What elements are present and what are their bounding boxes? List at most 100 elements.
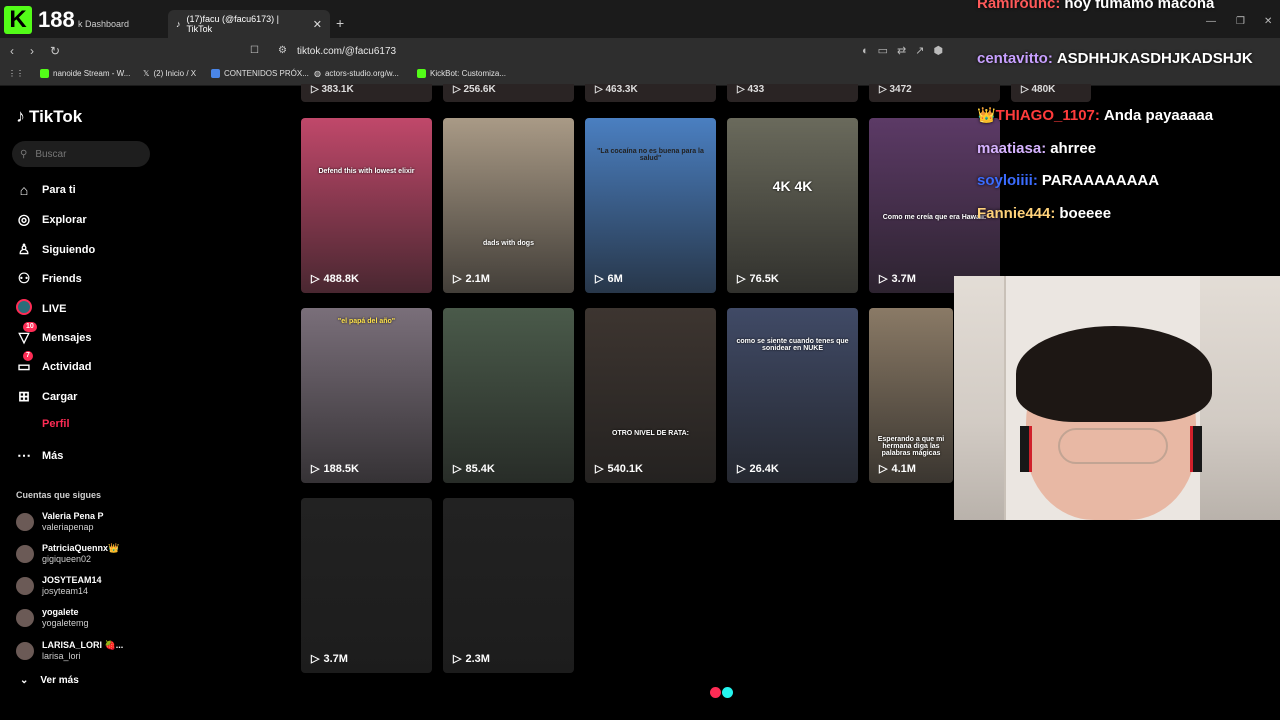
nav-label: Cargar: [42, 390, 78, 403]
extension-icons[interactable]: ◐▭⇄↗⬢: [862, 44, 952, 57]
video-thumbnail[interactable]: 4K 4K ▷ 76.5K: [727, 118, 858, 293]
url-input[interactable]: tiktok.com/@facu6173: [297, 46, 396, 57]
video-thumbnail-partial[interactable]: ▷ 256.6K: [443, 84, 574, 102]
reload-icon[interactable]: ↻: [50, 44, 60, 58]
video-thumbnail[interactable]: "La cocaína no es buena para la salud" ▷ …: [585, 118, 716, 293]
video-thumbnail[interactable]: como se siente cuando tenes que sonidear…: [727, 308, 858, 483]
brand-name: TikTok: [29, 106, 83, 126]
follow-user: yogaletemg: [42, 618, 89, 628]
tiktok-logo[interactable]: ♪ TikTok: [16, 106, 82, 127]
see-more-button[interactable]: ⌄ Ver más: [20, 675, 79, 686]
close-window-icon[interactable]: ✕: [1264, 16, 1272, 27]
following-item[interactable]: PatriciaQuennx👑 gigiqueen02: [16, 543, 119, 565]
nav-perfil[interactable]: Perfil: [16, 418, 70, 430]
chat-user: Fannie444:: [977, 205, 1056, 222]
nav-label: Mensajes: [42, 331, 92, 344]
messages-icon: ▽ 10: [16, 322, 37, 346]
view-count: ▷ 188.5K: [311, 462, 359, 476]
nav-explorar[interactable]: ◎ Explorar: [16, 211, 87, 228]
nav-label: Más: [42, 449, 64, 462]
video-thumbnail[interactable]: "el papá del año" ▷ 188.5K: [301, 308, 432, 483]
nav-para-ti[interactable]: ⌂ Para ti: [16, 182, 76, 198]
bookmark-icon[interactable]: ☐: [250, 45, 259, 56]
minimize-icon[interactable]: —: [1206, 16, 1216, 27]
bookmark-item[interactable]: KickBot: Customiza...: [417, 69, 506, 78]
apps-icon[interactable]: ⋮⋮: [8, 69, 24, 78]
view-count: ▷ 76.5K: [737, 272, 779, 286]
forward-icon[interactable]: ›: [30, 44, 34, 58]
nav-label: Perfil: [42, 418, 70, 430]
video-caption: 4K 4K: [772, 178, 813, 194]
kick-icon: [40, 69, 49, 78]
view-count: ▷ 3472: [879, 84, 912, 95]
video-thumbnail[interactable]: Defend this with lowest elixir ▷ 488.8K: [301, 118, 432, 293]
chevron-down-icon: ⌄: [20, 675, 29, 686]
bookmark-item[interactable]: CONTENIDOS PRÓX...: [211, 69, 309, 78]
video-thumbnail-partial[interactable]: ▷ 480K: [1011, 84, 1091, 102]
nav-mas[interactable]: ⋯ Más: [16, 447, 63, 464]
following-item[interactable]: JOSYTEAM14 josyteam14: [16, 575, 102, 597]
tab-tiktok[interactable]: ♪ (17)facu (@facu6173) | TikTok ✕: [168, 10, 330, 38]
kick-viewer-overlay: K 188: [4, 6, 75, 34]
back-icon[interactable]: ‹: [10, 44, 14, 58]
activity-icon: ▭ 7: [16, 351, 33, 375]
bookmark-label: KickBot: Customiza...: [430, 69, 507, 78]
bookmark-label: actors-studio.org/w...: [324, 69, 399, 78]
video-thumbnail[interactable]: ▷ 85.4K: [443, 308, 574, 483]
view-count: ▷ 480K: [1021, 84, 1056, 95]
video-caption: dads with dogs: [483, 240, 534, 247]
following-item[interactable]: yogalete yogaletemg: [16, 607, 89, 629]
video-thumbnail-partial[interactable]: ▷ 433: [727, 84, 858, 102]
tab-dashboard[interactable]: k Dashboard: [70, 10, 168, 38]
video-caption: "La cocaína no es buena para la salud": [597, 148, 704, 162]
video-thumbnail-partial[interactable]: ▷ 383.1K: [301, 84, 432, 102]
nav-label: Siguiendo: [42, 243, 96, 256]
chat-text: PARAAAAAAAA: [1041, 172, 1160, 189]
bookmark-label: nanoide Stream - W...: [53, 69, 131, 78]
chat-text: Anda payaaaaa: [1103, 107, 1214, 124]
compass-icon: ◎: [17, 211, 31, 227]
x-icon: 𝕏: [143, 69, 150, 78]
new-tab-icon[interactable]: +: [336, 15, 344, 31]
nav-siguiendo[interactable]: ♙ Siguiendo: [16, 241, 95, 258]
video-thumbnail[interactable]: ▷ 3.7M: [301, 498, 432, 673]
video-thumbnail-partial[interactable]: ▷ 3472: [869, 84, 1000, 102]
bookmark-item[interactable]: 𝕏 (2) Inicio / X: [143, 69, 196, 78]
video-thumbnail[interactable]: OTRO NIVEL DE RATA: ▷ 540.1K: [585, 308, 716, 483]
video-thumbnail[interactable]: Esperando a que mi hermana diga las pala…: [869, 308, 953, 483]
streamer-glasses: [1058, 428, 1168, 464]
view-count: ▷ 4.1M: [879, 462, 916, 476]
nav-live[interactable]: LIVE: [16, 299, 66, 318]
view-count: ▷ 6M: [595, 272, 623, 286]
following-item[interactable]: LARISA_LORI 🍓... larisa_lori: [16, 640, 123, 662]
chat-user: Ramirounc:: [977, 0, 1061, 12]
nav-cargar[interactable]: ⊞ Cargar: [16, 388, 77, 405]
home-icon: ⌂: [19, 182, 29, 198]
view-count: ▷ 26.4K: [737, 462, 779, 476]
video-thumbnail[interactable]: ▷ 2.3M: [443, 498, 574, 673]
nav-friends[interactable]: ⚇ Friends: [16, 270, 82, 287]
friends-icon: ⚇: [17, 270, 31, 286]
live-icon: [16, 299, 32, 318]
maximize-icon[interactable]: ❐: [1236, 16, 1245, 27]
nav-mensajes[interactable]: ▽ 10 Mensajes: [16, 322, 92, 346]
chat-text: hoy fumamo macona: [1064, 0, 1215, 12]
globe-icon: ◍: [314, 69, 321, 78]
video-thumbnail[interactable]: dads with dogs ▷ 2.1M: [443, 118, 574, 293]
video-caption: Defend this with lowest elixir: [318, 168, 415, 175]
search-input[interactable]: ⚲ Buscar: [12, 141, 150, 167]
tiktok-note-icon: ♪: [16, 106, 25, 126]
follow-user: josyteam14: [42, 586, 89, 596]
nav-actividad[interactable]: ▭ 7 Actividad: [16, 351, 92, 375]
tiktok-tab-icon: ♪: [176, 19, 181, 29]
site-info-icon[interactable]: ⚙: [278, 45, 287, 56]
bookmark-item[interactable]: nanoide Stream - W...: [40, 69, 130, 78]
headset-right: [1190, 426, 1202, 472]
headset-left: [1020, 426, 1032, 472]
close-icon[interactable]: ✕: [313, 18, 322, 31]
video-thumbnail-partial[interactable]: ▷ 463.3K: [585, 84, 716, 102]
bookmark-item[interactable]: ◍ actors-studio.org/w...: [314, 69, 399, 78]
more-icon: ⋯: [17, 447, 31, 463]
chat-text: boeeee: [1059, 205, 1112, 222]
following-item[interactable]: Valeria Pena Pvaleriapenap: [16, 511, 104, 533]
